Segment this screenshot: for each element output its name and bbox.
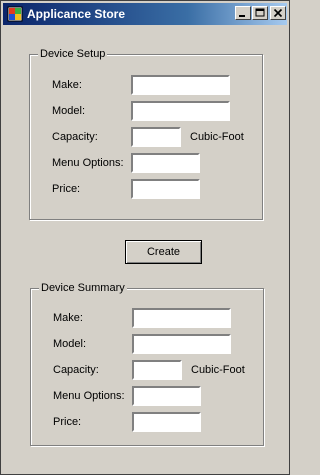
summary-capacity-field[interactable] — [132, 360, 182, 380]
minimize-icon — [239, 15, 245, 17]
summary-capacity-unit: Cubic-Foot — [191, 364, 245, 376]
setup-price-label: Price: — [52, 183, 81, 195]
close-button[interactable] — [270, 6, 286, 20]
create-button[interactable]: Create — [125, 240, 202, 264]
summary-make-label: Make: — [53, 312, 83, 324]
maximize-button[interactable] — [252, 6, 268, 20]
summary-capacity-label: Capacity: — [53, 364, 99, 376]
setup-model-input[interactable] — [131, 101, 230, 121]
setup-capacity-unit: Cubic-Foot — [190, 131, 244, 143]
minimize-button[interactable] — [235, 6, 251, 20]
device-summary-legend: Device Summary — [39, 282, 127, 295]
window-title: Applicance Store — [27, 7, 126, 21]
close-icon — [273, 8, 283, 18]
title-bar[interactable]: Applicance Store — [3, 3, 287, 25]
setup-model-label: Model: — [52, 105, 86, 117]
summary-price-label: Price: — [53, 416, 82, 428]
app-window: Applicance Store Device Setup Make: Mode… — [0, 0, 290, 475]
setup-capacity-label: Capacity: — [52, 131, 98, 143]
summary-price-field[interactable] — [132, 412, 201, 432]
maximize-icon — [255, 8, 265, 17]
summary-model-label: Model: — [53, 338, 87, 350]
device-setup-legend: Device Setup — [38, 48, 108, 61]
summary-model-field[interactable] — [132, 334, 231, 354]
summary-make-field[interactable] — [132, 308, 231, 328]
setup-make-input[interactable] — [131, 75, 230, 95]
setup-menu-options-label: Menu Options: — [52, 157, 124, 169]
setup-price-input[interactable] — [131, 179, 200, 199]
setup-capacity-input[interactable] — [131, 127, 181, 147]
summary-menu-options-label: Menu Options: — [53, 390, 125, 402]
app-icon[interactable] — [7, 6, 23, 22]
setup-menu-options-input[interactable] — [131, 153, 200, 173]
setup-make-label: Make: — [52, 79, 82, 91]
summary-menu-options-field[interactable] — [132, 386, 201, 406]
